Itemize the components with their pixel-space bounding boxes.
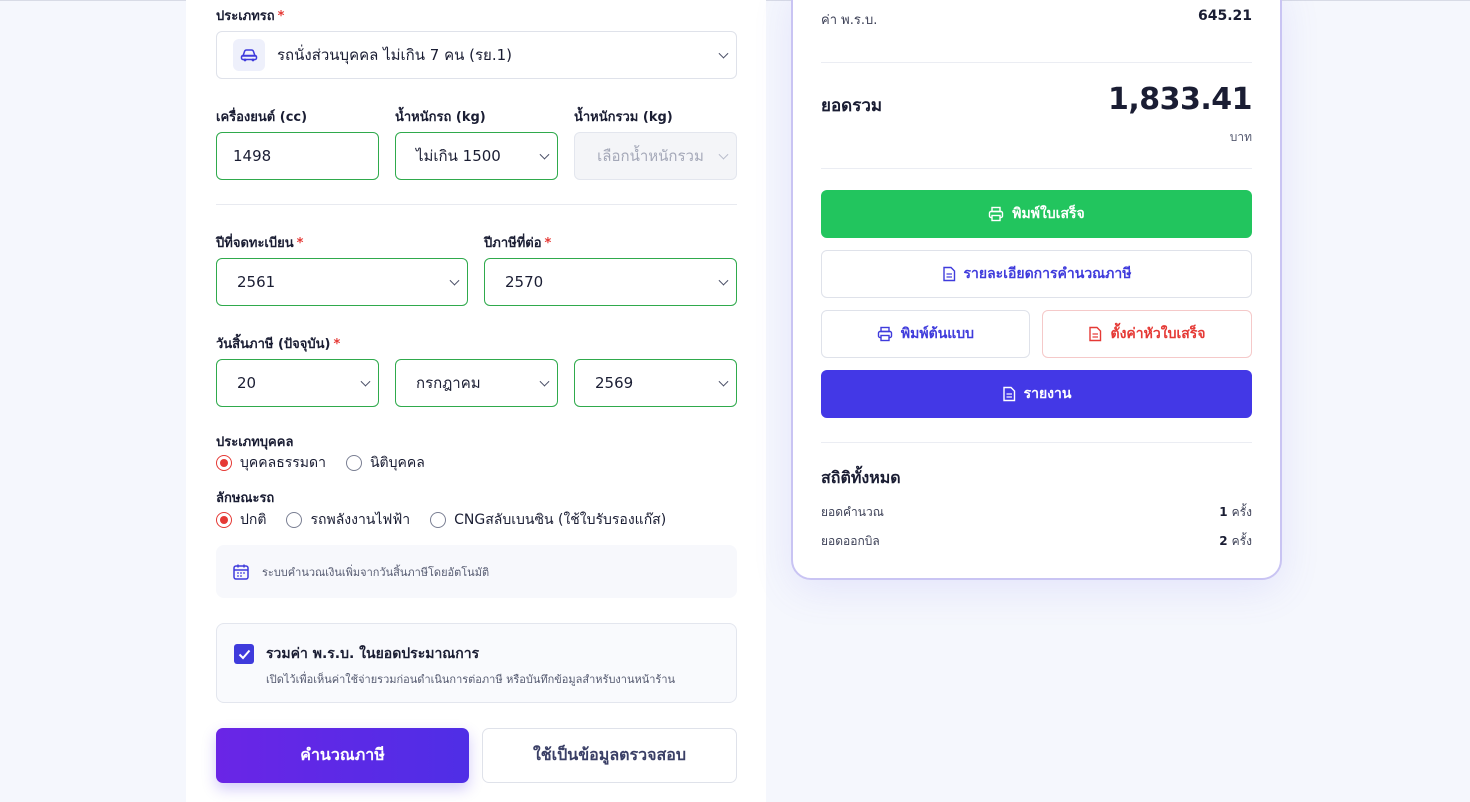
radio-label: CNGสลับเบนซิน (ใช้ใบรับรองแก๊ส) <box>454 512 667 528</box>
report-button[interactable]: รายงาน <box>821 370 1252 418</box>
receipt-header-label: ตั้งค่าหัวใบเสร็จ <box>1110 326 1206 342</box>
prb-fee-value: 645.21 <box>1197 8 1252 24</box>
chevron-down-icon <box>539 149 550 160</box>
tax-expiry-year-value: 2569 <box>595 374 634 392</box>
document-icon <box>942 266 955 282</box>
include-prb-description: เปิดไว้เพื่อเห็นค่าใช้จ่ายรวมก่อนดำเนินก… <box>266 673 676 686</box>
registration-year-label: ปีที่จดทะเบียน * <box>216 236 304 251</box>
tax-expiry-month-select[interactable]: กรกฎาคม <box>395 359 558 407</box>
chevron-down-icon <box>539 376 550 387</box>
print-receipt-button[interactable]: พิมพ์ใบเสร็จ <box>821 190 1252 238</box>
print-draft-button[interactable]: พิมพ์ต้นแบบ <box>821 310 1030 358</box>
chevron-down-icon <box>449 275 460 286</box>
radio-kind-normal[interactable]: ปกติ <box>216 509 266 531</box>
calculate-tax-button[interactable]: คำนวณภาษี <box>216 728 469 783</box>
summary-divider <box>821 442 1252 443</box>
registration-year-select[interactable]: 2561 <box>216 258 468 306</box>
tax-expiry-label: วันสิ้นภาษี (ปัจจุบัน) * <box>216 337 341 352</box>
tax-expiry-day-select[interactable]: 20 <box>216 359 379 407</box>
vehicle-kind-label: ลักษณะรถ <box>216 491 275 506</box>
chevron-down-icon <box>718 376 729 387</box>
radio-checked-icon <box>216 512 232 528</box>
radio-label: นิติบุคคล <box>369 455 425 471</box>
tax-expiry-year-select[interactable]: 2569 <box>574 359 737 407</box>
printer-icon <box>989 206 1004 222</box>
receipt-header-settings-button[interactable]: ตั้งค่าหัวใบเสร็จ <box>1042 310 1252 358</box>
vehicle-weight-label: น้ำหนักรถ (kg) <box>395 110 486 125</box>
stats-title: สถิติทั้งหมด <box>821 468 901 487</box>
registration-year-value: 2561 <box>237 273 276 291</box>
use-test-data-button[interactable]: ใช้เป็นข้อมูลตรวจสอบ <box>482 728 737 783</box>
prb-fee-label: ค่า พ.ร.บ. <box>821 13 878 28</box>
auto-calc-note: ระบบคำนวณเงินเพิ่มจากวันสิ้นภาษีโดยอัตโน… <box>216 545 737 598</box>
tax-detail-button[interactable]: รายละเอียดการคำนวณภาษี <box>821 250 1252 298</box>
gross-weight-select[interactable]: เลือกน้ำหนักรวม <box>574 132 737 180</box>
total-label: ยอดรวม <box>821 96 883 116</box>
radio-label: รถพลังงานไฟฟ้า <box>310 512 411 528</box>
tax-detail-label: รายละเอียดการคำนวณภาษี <box>963 266 1132 282</box>
section-divider <box>216 204 737 205</box>
gross-weight-placeholder: เลือกน้ำหนักรวม <box>597 147 704 165</box>
calendar-icon <box>233 564 249 580</box>
auto-calc-note-text: ระบบคำนวณเงินเพิ่มจากวันสิ้นภาษีโดยอัตโน… <box>262 565 490 579</box>
engine-cc-label: เครื่องยนต์ (cc) <box>216 110 308 125</box>
gross-weight-label: น้ำหนักรวม (kg) <box>574 110 673 125</box>
radio-label: บุคคลธรรมดา <box>240 455 326 471</box>
vehicle-type-value: รถนั่งส่วนบุคคล ไม่เกิน 7 คน (รย.1) <box>277 46 512 64</box>
vehicle-kind-radio-group: ปกติ รถพลังงานไฟฟ้า CNGสลับเบนซิน (ใช้ใบ… <box>216 509 686 531</box>
printer-icon <box>877 326 893 342</box>
radio-person-natural[interactable]: บุคคลธรรมดา <box>216 452 326 474</box>
include-prb-option: รวมค่า พ.ร.บ. ในยอดประมาณการ เปิดไว้เพื่… <box>216 623 737 703</box>
report-icon <box>1002 386 1015 402</box>
include-prb-title: รวมค่า พ.ร.บ. ในยอดประมาณการ <box>266 646 480 662</box>
radio-unchecked-icon <box>430 512 447 528</box>
summary-divider <box>821 62 1252 63</box>
vehicle-weight-select[interactable]: ไม่เกิน 1500 <box>395 132 558 180</box>
chevron-down-icon <box>360 376 371 387</box>
radio-kind-electric[interactable]: รถพลังงานไฟฟ้า <box>286 509 410 531</box>
vehicle-type-label: ประเภทรถ * <box>216 9 285 24</box>
radio-label: ปกติ <box>240 512 267 528</box>
tax-expiry-day-value: 20 <box>237 374 257 392</box>
total-value: 1,833.41 <box>1107 82 1253 117</box>
include-prb-checkbox[interactable] <box>234 644 254 664</box>
tax-year-select[interactable]: 2570 <box>484 258 737 306</box>
car-icon <box>233 39 265 71</box>
engine-cc-input[interactable]: 1498 <box>216 132 379 180</box>
vehicle-type-select[interactable]: รถนั่งส่วนบุคคล ไม่เกิน 7 คน (รย.1) <box>216 31 737 79</box>
chevron-down-icon <box>718 48 729 59</box>
person-type-radio-group: บุคคลธรรมดา นิติบุคคล <box>216 452 445 474</box>
radio-person-juristic[interactable]: นิติบุคคล <box>345 452 425 474</box>
radio-unchecked-icon <box>286 512 303 528</box>
stat-calculations-value: 1 ครั้ง <box>1219 505 1252 519</box>
person-type-label: ประเภทบุคคล <box>216 435 294 450</box>
document-icon <box>1089 326 1102 342</box>
tax-year-label: ปีภาษีที่ต่อ * <box>484 236 552 251</box>
print-draft-label: พิมพ์ต้นแบบ <box>900 326 975 342</box>
stat-bills-label: ยอดออกบิล <box>821 534 880 548</box>
vehicle-weight-value: ไม่เกิน 1500 <box>416 147 501 165</box>
total-unit: บาท <box>1229 130 1252 144</box>
chevron-down-icon <box>718 275 729 286</box>
chevron-down-icon <box>718 149 729 160</box>
tax-expiry-month-value: กรกฎาคม <box>416 374 481 392</box>
radio-kind-cng[interactable]: CNGสลับเบนซิน (ใช้ใบรับรองแก๊ส) <box>430 509 666 531</box>
print-receipt-label: พิมพ์ใบเสร็จ <box>1012 206 1085 222</box>
radio-checked-icon <box>216 455 232 471</box>
summary-divider <box>821 168 1252 169</box>
radio-unchecked-icon <box>345 455 362 471</box>
checkmark-icon <box>238 649 250 659</box>
stat-bills-value: 2 ครั้ง <box>1219 534 1252 548</box>
stat-calculations-label: ยอดคำนวณ <box>821 505 884 519</box>
report-label: รายงาน <box>1023 386 1072 402</box>
tax-year-value: 2570 <box>505 273 544 291</box>
